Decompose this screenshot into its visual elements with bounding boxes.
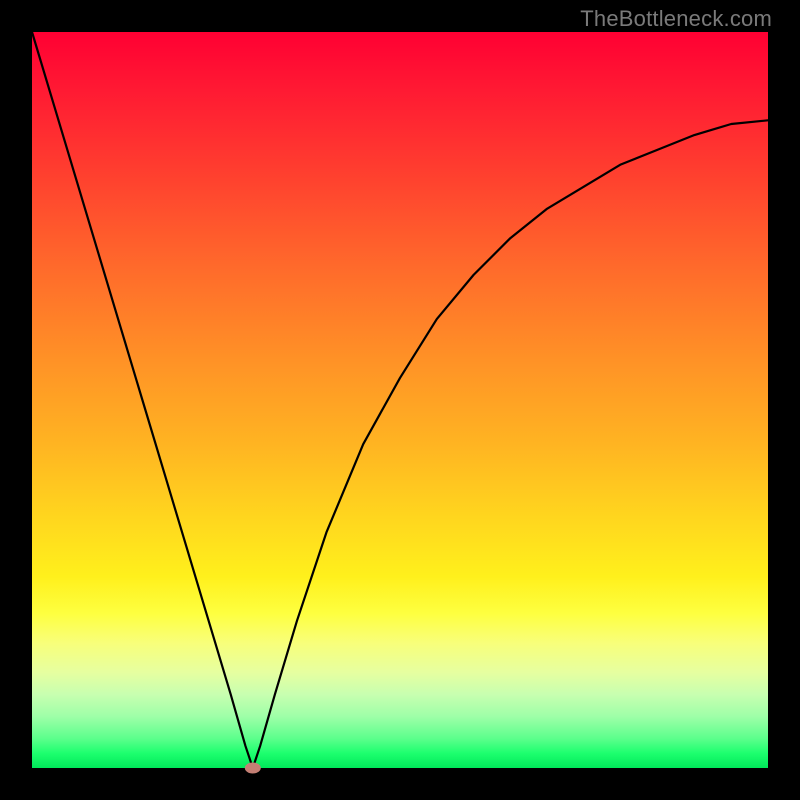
plot-area: [32, 32, 768, 768]
watermark-text: TheBottleneck.com: [580, 6, 772, 32]
bottleneck-curve: [32, 32, 768, 768]
minimum-marker: [245, 763, 261, 774]
curve-svg: [32, 32, 768, 768]
chart-frame: TheBottleneck.com: [0, 0, 800, 800]
